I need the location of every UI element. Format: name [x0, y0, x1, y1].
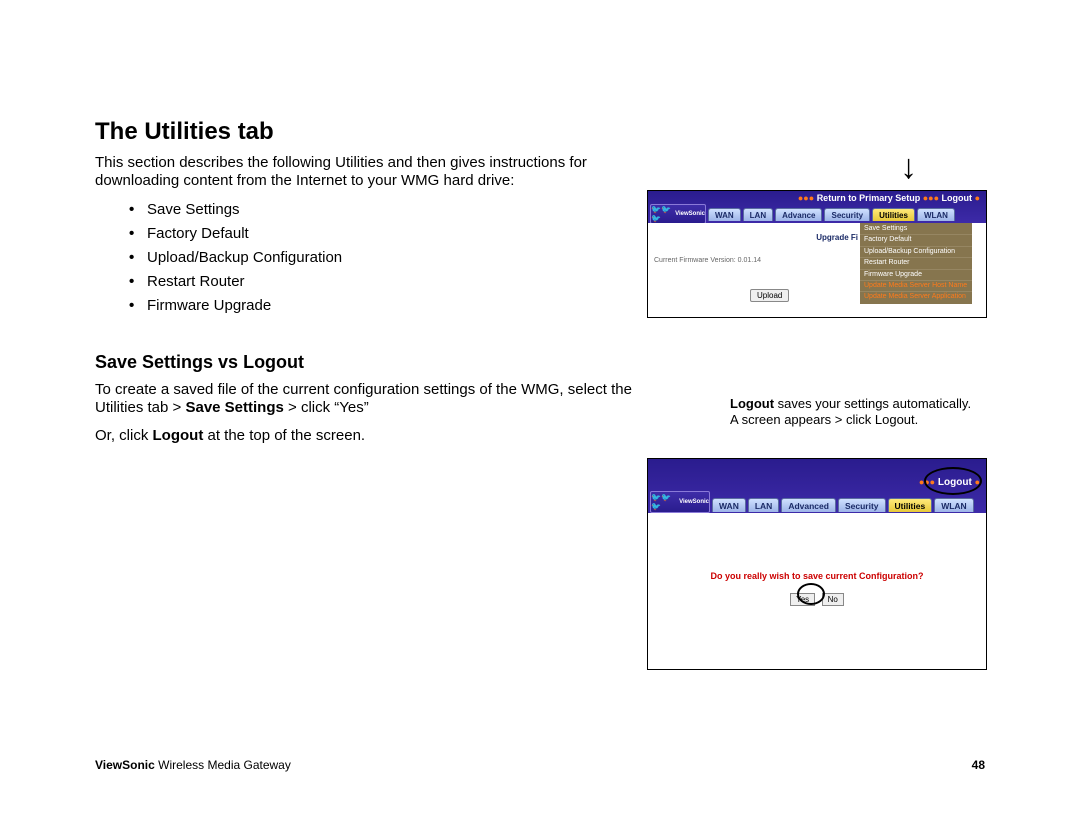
router-body: Upgrade Fi Save Settings Factory Default… — [648, 223, 986, 318]
confirm-message: Do you really wish to save current Confi… — [648, 571, 986, 581]
tab-security[interactable]: Security — [824, 208, 870, 221]
no-button[interactable]: No — [822, 593, 844, 606]
viewsonic-logo: 🐦🐦🐦ViewSonic — [650, 491, 710, 513]
footer-left: ViewSonic Wireless Media Gateway — [95, 758, 291, 772]
tab-wlan[interactable]: WLAN — [934, 498, 974, 512]
upgrade-label: Upgrade Fi — [816, 233, 858, 242]
paragraph-logout: Or, click Logout at the top of the scree… — [95, 427, 645, 445]
utilities-list: Save Settings Factory Default Upload/Bac… — [135, 198, 535, 318]
router-tab-row: WAN LAN Advanced Security Utilities WLAN — [712, 498, 974, 512]
footer-text: Wireless Media Gateway — [155, 758, 291, 772]
annotation-circle-yes — [797, 583, 825, 605]
section-subtitle: Save Settings vs Logout — [95, 352, 985, 373]
list-item: Firmware Upgrade — [135, 294, 535, 318]
link-logout[interactable]: Logout — [942, 193, 973, 203]
text: at the top of the screen. — [203, 427, 365, 444]
tab-advanced[interactable]: Advanced — [781, 498, 836, 512]
tab-utilities[interactable]: Utilities — [888, 498, 933, 512]
menu-item[interactable]: Save Settings — [860, 224, 972, 235]
text-bold: Save Settings — [185, 399, 283, 416]
page-title: The Utilities tab — [95, 118, 985, 146]
tab-lan[interactable]: LAN — [743, 208, 773, 221]
viewsonic-logo: 🐦🐦🐦ViewSonic — [650, 204, 706, 224]
tab-wan[interactable]: WAN — [712, 498, 746, 512]
page-number: 48 — [972, 758, 985, 772]
tab-wan[interactable]: WAN — [708, 208, 741, 221]
text: Or, click — [95, 427, 153, 444]
list-item: Factory Default — [135, 222, 535, 246]
text-bold: Logout — [730, 396, 774, 411]
menu-item[interactable]: Update Media Server Application — [860, 292, 972, 302]
link-return-primary[interactable]: Return to Primary Setup — [817, 193, 921, 203]
screenshot-utilities-menu: ●●● Return to Primary Setup ●●● Logout ●… — [647, 190, 987, 318]
firmware-version-label: Current Firmware Version: 0.01.14 — [654, 257, 761, 264]
upload-button[interactable]: Upload — [750, 289, 789, 302]
router-tab-row: WAN LAN Advance Security Utilities WLAN — [708, 208, 955, 221]
list-item: Restart Router — [135, 270, 535, 294]
text-bold: Logout — [153, 427, 204, 444]
paragraph-save-settings: To create a saved file of the current co… — [95, 381, 645, 417]
menu-item[interactable]: Firmware Upgrade — [860, 270, 972, 281]
arrow-down-icon: ↓ — [900, 150, 917, 184]
menu-item[interactable]: Update Media Server Host Name — [860, 281, 972, 292]
utilities-dropdown[interactable]: Save Settings Factory Default Upload/Bac… — [860, 223, 972, 304]
tab-advance[interactable]: Advance — [775, 208, 822, 221]
tab-lan[interactable]: LAN — [748, 498, 779, 512]
tab-wlan[interactable]: WLAN — [917, 208, 955, 221]
router-top-links: ●●● Return to Primary Setup ●●● Logout ● — [798, 193, 980, 203]
router-topbar: ●●● Return to Primary Setup ●●● Logout ●… — [648, 191, 986, 223]
footer-brand: ViewSonic — [95, 758, 155, 772]
menu-item[interactable]: Upload/Backup Configuration — [860, 247, 972, 258]
menu-item[interactable]: Factory Default — [860, 235, 972, 246]
list-item: Save Settings — [135, 198, 535, 222]
tab-utilities[interactable]: Utilities — [872, 208, 915, 221]
screenshot-save-confirm: ●●● Logout ● 🐦🐦🐦ViewSonic WAN LAN Advanc… — [647, 458, 987, 670]
callout-logout-note: Logout saves your settings automatically… — [730, 396, 980, 429]
menu-item[interactable]: Restart Router — [860, 258, 972, 269]
annotation-circle-logout — [924, 467, 982, 495]
list-item: Upload/Backup Configuration — [135, 246, 535, 270]
text: > click “Yes” — [284, 399, 369, 416]
tab-security[interactable]: Security — [838, 498, 886, 512]
page-footer: ViewSonic Wireless Media Gateway 48 — [95, 758, 985, 772]
intro-paragraph: This section describes the following Uti… — [95, 154, 635, 190]
